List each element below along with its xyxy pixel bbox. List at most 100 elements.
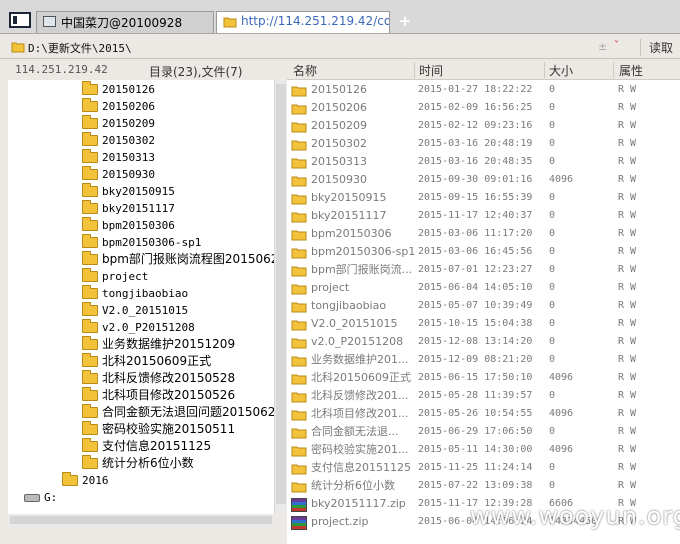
file-name: 统计分析6位小数 bbox=[311, 479, 395, 492]
window-icon bbox=[43, 16, 56, 27]
column-attr[interactable]: 属性 bbox=[619, 62, 643, 79]
file-size: 0 bbox=[549, 228, 556, 239]
tree-label: bky20150915 bbox=[102, 185, 175, 198]
file-row[interactable]: 20150313 2015-03-16 20:48:35 0 R W bbox=[287, 153, 680, 171]
folder-icon bbox=[82, 149, 98, 163]
file-name: project.zip bbox=[311, 515, 369, 528]
file-size: 0 bbox=[549, 246, 556, 257]
file-name: 北科项目修改201... bbox=[311, 407, 409, 420]
file-time: 2015-12-08 13:14:20 bbox=[418, 336, 533, 347]
folder-icon bbox=[82, 302, 98, 316]
file-time: 2015-11-25 11:24:14 bbox=[418, 462, 533, 473]
tree-label: 北科20150609正式 bbox=[102, 354, 212, 368]
tree-label: 北科项目修改20150526 bbox=[102, 388, 236, 402]
column-time[interactable]: 时间 bbox=[419, 62, 443, 79]
folder-icon bbox=[82, 387, 98, 401]
file-row[interactable]: bpm部门报账岗流... 2015-07-01 12:23:27 0 R W bbox=[287, 261, 680, 279]
column-name[interactable]: 名称 bbox=[293, 62, 317, 79]
column-divider[interactable] bbox=[544, 62, 545, 78]
file-row[interactable]: 支付信息20151125 2015-11-25 11:24:14 0 R W bbox=[287, 459, 680, 477]
file-row[interactable]: 统计分析6位小数 2015-07-22 13:09:38 0 R W bbox=[287, 477, 680, 495]
file-time: 2015-07-22 13:09:38 bbox=[418, 480, 533, 491]
file-name: bky20151117 bbox=[311, 209, 387, 222]
file-row[interactable]: project 2015-06-04 14:05:10 0 R W bbox=[287, 279, 680, 297]
folder-icon bbox=[82, 404, 98, 418]
file-size: 0 bbox=[549, 156, 556, 167]
file-row[interactable]: bpm20150306-sp1 2015-03-06 16:45:56 0 R W bbox=[287, 243, 680, 261]
scroll-thumb[interactable] bbox=[10, 516, 272, 524]
tab-label: http://114.251.219.42/comm... bbox=[241, 14, 389, 28]
file-size: 0 bbox=[549, 336, 556, 347]
file-row[interactable]: 20150209 2015-02-12 09:23:16 0 R W bbox=[287, 117, 680, 135]
read-button[interactable]: 读取 bbox=[640, 39, 680, 56]
file-attr: R W bbox=[618, 282, 637, 293]
chevron-down-icon[interactable]: ˅ bbox=[614, 40, 619, 51]
file-time: 2015-05-07 10:39:49 bbox=[418, 300, 533, 311]
file-size: 0 bbox=[549, 138, 556, 149]
tree-label: 2016 bbox=[82, 474, 109, 487]
app-window-icon[interactable] bbox=[9, 12, 31, 28]
file-attr: R W bbox=[618, 210, 637, 221]
file-size: 0 bbox=[549, 264, 556, 275]
file-time: 2015-12-09 08:21:20 bbox=[418, 354, 533, 365]
file-attr: R W bbox=[618, 480, 637, 491]
folder-icon bbox=[82, 353, 98, 367]
folder-icon bbox=[82, 268, 98, 282]
tree-label: project bbox=[102, 270, 149, 283]
tab-url[interactable]: http://114.251.219.42/comm... bbox=[216, 11, 390, 33]
file-row[interactable]: 密码校验实施201... 2015-05-11 14:30:00 4096 R W bbox=[287, 441, 680, 459]
file-row[interactable]: 合同金额无法退... 2015-06-29 17:06:50 0 R W bbox=[287, 423, 680, 441]
path-input[interactable]: D:\更新文件\2015\ bbox=[28, 38, 628, 56]
file-time: 2015-03-06 11:17:20 bbox=[418, 228, 533, 239]
file-attr: R W bbox=[618, 120, 637, 131]
file-time: 2015-01-27 18:22:22 bbox=[418, 84, 533, 95]
file-name: bky20151117.zip bbox=[311, 497, 406, 510]
file-row[interactable]: V2.0_20151015 2015-10-15 15:04:38 0 R W bbox=[287, 315, 680, 333]
file-row[interactable]: 20150302 2015-03-16 20:48:19 0 R W bbox=[287, 135, 680, 153]
tree-vertical-scrollbar[interactable] bbox=[274, 80, 287, 514]
file-row[interactable]: 北科项目修改201... 2015-05-26 10:54:55 4096 R W bbox=[287, 405, 680, 423]
tab-caidao[interactable]: 中国菜刀@20100928 bbox=[36, 11, 214, 33]
file-name: 支付信息20151125 bbox=[311, 461, 411, 474]
file-name: 北科反馈修改201... bbox=[311, 389, 409, 402]
directory-tree: 20150126 20150206 20150209 20150302 20150313… bbox=[8, 80, 274, 514]
column-divider[interactable] bbox=[414, 62, 415, 78]
folder-icon bbox=[82, 217, 98, 231]
tree-label: G: bbox=[44, 491, 58, 504]
file-row[interactable]: bky20150915 2015-09-15 16:55:39 0 R W bbox=[287, 189, 680, 207]
file-row[interactable]: 20150126 2015-01-27 18:22:22 0 R W bbox=[287, 81, 680, 99]
scroll-thumb[interactable] bbox=[276, 84, 286, 504]
drive-icon bbox=[24, 494, 40, 502]
file-attr: R W bbox=[618, 354, 637, 365]
file-row[interactable]: 北科20150609正式 2015-06-15 17:50:10 4096 R W bbox=[287, 369, 680, 387]
tab-label: 中国菜刀@20100928 bbox=[61, 16, 183, 30]
file-name: bpm部门报账岗流... bbox=[311, 263, 413, 276]
tree-label: 合同金额无法退回问题20150629 bbox=[102, 405, 274, 419]
file-row[interactable]: tongjibaobiao 2015-05-07 10:39:49 0 R W bbox=[287, 297, 680, 315]
file-row[interactable]: 20150930 2015-09-30 09:01:16 4096 R W bbox=[287, 171, 680, 189]
file-attr: R W bbox=[618, 228, 637, 239]
folder-icon bbox=[82, 115, 98, 129]
path-adjust-icon[interactable]: ± bbox=[598, 40, 607, 53]
file-row[interactable]: v2.0_P20151208 2015-12-08 13:14:20 0 R W bbox=[287, 333, 680, 351]
new-tab-button[interactable]: + bbox=[396, 12, 414, 30]
file-row[interactable]: 业务数据维护201... 2015-12-09 08:21:20 0 R W bbox=[287, 351, 680, 369]
tree-horizontal-scrollbar[interactable] bbox=[8, 514, 274, 526]
tree-label: 20150930 bbox=[102, 168, 155, 181]
file-row[interactable]: bpm20150306 2015-03-06 11:17:20 0 R W bbox=[287, 225, 680, 243]
file-row[interactable]: 北科反馈修改201... 2015-05-28 11:39:57 0 R W bbox=[287, 387, 680, 405]
archive-icon-graphic bbox=[291, 498, 307, 512]
file-row[interactable]: bky20151117 2015-11-17 12:40:37 0 R W bbox=[287, 207, 680, 225]
tree-label: tongjibaobiao bbox=[102, 287, 189, 300]
tree-label: 统计分析6位小数 bbox=[102, 456, 194, 470]
file-row[interactable]: 20150206 2015-02-09 16:56:25 0 R W bbox=[287, 99, 680, 117]
column-divider[interactable] bbox=[613, 62, 614, 78]
file-size: 0 bbox=[549, 480, 556, 491]
tree-label: 20150313 bbox=[102, 151, 155, 164]
column-size[interactable]: 大小 bbox=[549, 62, 573, 79]
file-name: project bbox=[311, 281, 350, 294]
file-time: 2015-02-09 16:56:25 bbox=[418, 102, 533, 113]
tree-label: bpm部门报账岗流程图20150625 bbox=[102, 252, 274, 266]
file-name: 20150126 bbox=[311, 83, 367, 96]
folder-icon bbox=[82, 421, 98, 435]
